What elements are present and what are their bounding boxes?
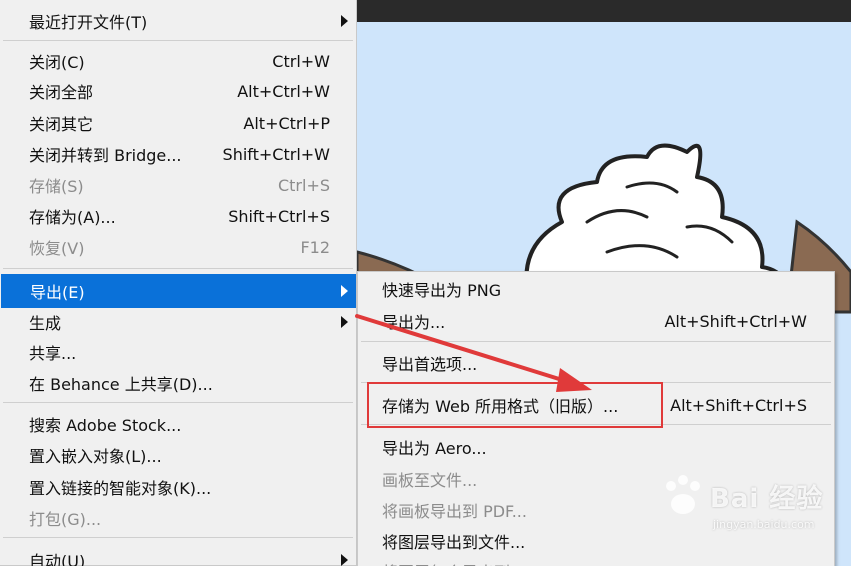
menu-item-label: 搜索 Adobe Stock... <box>29 416 182 435</box>
canvas-top-bar <box>357 0 851 22</box>
menu-item-label: 关闭其它 <box>29 115 94 134</box>
menu-item-label: 导出首选项... <box>382 355 478 374</box>
menu-item-label: 存储(S) <box>29 177 84 196</box>
file-menu-item[interactable]: 关闭其它 Alt+Ctrl+P <box>0 108 356 138</box>
menu-separator <box>3 268 353 269</box>
menu-item-label: 恢复(V) <box>29 239 85 258</box>
menu-item-shortcut: Shift+Ctrl+W <box>222 144 330 164</box>
menu-item-label: 快速导出为 PNG <box>382 281 502 300</box>
menu-item-label: 导出为 Aero... <box>382 439 487 458</box>
submenu-arrow-icon <box>341 554 348 566</box>
annotation-highlight-box <box>367 382 663 428</box>
menu-item-label: 置入嵌入对象(L)... <box>29 447 162 466</box>
baidu-watermark: Bai 经验 jingyan.baidu.com <box>655 470 845 550</box>
file-menu-item[interactable]: 打包(G)... <box>0 503 356 533</box>
menu-separator <box>3 537 353 538</box>
file-menu-item[interactable]: 生成 <box>0 307 356 337</box>
file-menu-item[interactable]: 恢复(V) F12 <box>0 232 356 262</box>
menu-item-label: 存储为(A)... <box>29 208 116 227</box>
menu-separator <box>361 341 831 342</box>
file-menu-item[interactable]: 共享... <box>0 337 356 367</box>
export-menu-item[interactable]: 将图层复合导出到 PDF... <box>358 556 834 566</box>
menu-item-shortcut: Shift+Ctrl+S <box>228 206 330 226</box>
export-menu-item[interactable]: 导出首选项... <box>358 348 834 378</box>
file-menu-item[interactable]: 存储为(A)... Shift+Ctrl+S <box>0 201 356 231</box>
menu-item-shortcut: Alt+Ctrl+W <box>237 81 330 101</box>
file-menu-item[interactable]: 关闭并转到 Bridge... Shift+Ctrl+W <box>0 139 356 169</box>
file-menu-item[interactable]: 自动(U) <box>0 545 356 566</box>
file-menu-item[interactable]: 关闭全部 Alt+Ctrl+W <box>0 76 356 106</box>
menu-item-label: 打包(G)... <box>29 510 102 529</box>
submenu-arrow-icon <box>341 285 348 297</box>
file-menu-item[interactable]: 存储(S) Ctrl+S <box>0 170 356 200</box>
menu-item-label: 将图层复合导出到 PDF... <box>382 559 807 566</box>
file-menu: 最近打开文件(T) 关闭(C) Ctrl+W 关闭全部 Alt+Ctrl+W 关闭其它 Al… <box>0 0 357 566</box>
menu-item-label: 关闭并转到 Bridge... <box>29 146 182 165</box>
menu-item-label: 关闭(C) <box>29 53 85 72</box>
export-menu-item[interactable]: 导出为 Aero... <box>358 432 834 462</box>
file-menu-item[interactable]: 置入链接的智能对象(K)... <box>0 472 356 502</box>
file-menu-item[interactable]: 关闭(C) Ctrl+W <box>0 46 356 76</box>
menu-item-shortcut: Alt+Ctrl+P <box>243 113 330 133</box>
watermark-text: Bai 经验 <box>710 484 824 514</box>
export-menu-item[interactable]: 快速导出为 PNG <box>358 274 834 304</box>
menu-item-shortcut: Alt+Shift+Ctrl+S <box>670 395 807 415</box>
menu-item-label: 关闭全部 <box>29 83 94 102</box>
menu-item-shortcut: Alt+Shift+Ctrl+W <box>664 311 807 331</box>
file-menu-item[interactable]: 最近打开文件(T) <box>0 6 356 36</box>
menu-item-label: 在 Behance 上共享(D)... <box>29 375 213 394</box>
file-menu-item[interactable]: 在 Behance 上共享(D)... <box>0 368 356 398</box>
menu-item-label: 导出(E) <box>30 283 85 302</box>
submenu-arrow-icon <box>341 15 348 27</box>
menu-separator <box>3 40 353 41</box>
menu-separator <box>3 402 353 403</box>
menu-item-shortcut: F12 <box>300 237 330 257</box>
watermark-url: jingyan.baidu.com <box>713 518 815 531</box>
file-menu-item[interactable]: 导出(E) <box>1 274 356 308</box>
menu-item-label: 置入链接的智能对象(K)... <box>29 479 212 498</box>
menu-item-shortcut: Ctrl+W <box>272 51 330 71</box>
menu-item-label: 自动(U) <box>29 552 86 566</box>
submenu-arrow-icon <box>341 316 348 328</box>
menu-item-shortcut: Ctrl+S <box>277 175 330 195</box>
menu-item-label: 导出为... <box>382 313 446 332</box>
export-menu-item[interactable]: 导出为... Alt+Shift+Ctrl+W <box>358 306 834 336</box>
menu-item-label: 生成 <box>29 314 62 333</box>
menu-item-label: 最近打开文件(T) <box>29 13 148 32</box>
paw-icon <box>666 475 700 514</box>
menu-item-label: 共享... <box>29 344 77 363</box>
file-menu-item[interactable]: 置入嵌入对象(L)... <box>0 440 356 470</box>
file-menu-item[interactable]: 搜索 Adobe Stock... <box>0 409 356 439</box>
